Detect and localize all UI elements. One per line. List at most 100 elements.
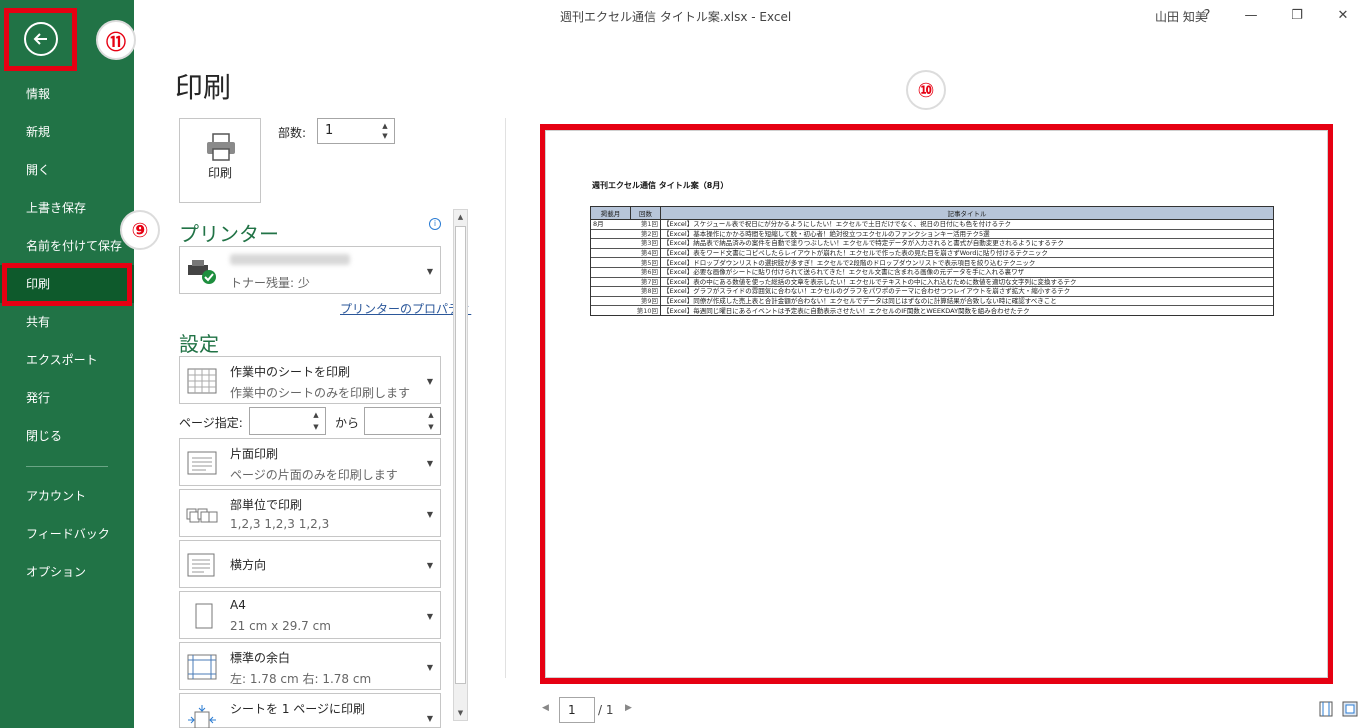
row-title: 【Excel】グラフがスライドの雰囲気に合わない！エクセルのグラフをパワポのテー…: [660, 286, 1274, 297]
sheet-grid-icon: [187, 368, 217, 394]
printer-name-redacted: [230, 254, 350, 265]
sidebar-item-feedback[interactable]: フィードバック: [0, 515, 134, 553]
table-row: 第4回 【Excel】表をワード文書にコピペしたらレイアウトが崩れた！エクセルで作…: [590, 247, 1274, 258]
restore-icon[interactable]: ❐: [1286, 4, 1308, 26]
printer-status: トナー残量: 少: [230, 276, 310, 290]
print-scope-main: 作業中のシートを印刷: [230, 365, 351, 379]
chevron-down-icon: ▼: [426, 663, 433, 672]
pages-to-input[interactable]: ▲ ▼: [364, 407, 441, 435]
scroll-down-icon[interactable]: ▼: [454, 706, 467, 720]
sidebar-item-account[interactable]: アカウント: [0, 477, 134, 515]
paper-size-dropdown[interactable]: A4 21 cm x 29.7 cm ▼: [179, 591, 441, 639]
pages-label: ページ指定:: [179, 416, 243, 430]
table-row: 第6回 【Excel】必要な画像がシートに貼り付けられて送られてきた！エクセル文書…: [590, 266, 1274, 278]
margins-dropdown[interactable]: 標準の余白 左: 1.78 cm 右: 1.78 cm ▼: [179, 642, 441, 690]
table-row: 8月 第1回 【Excel】スケジュール表で祝日にが分かるようにしたい！エクセルで土…: [590, 219, 1274, 230]
zoom-to-page-icon[interactable]: [1342, 701, 1358, 717]
row-title: 【Excel】基本操作にかかる時間を短縮して脱・初心者！絶対役立つエクセルのファ…: [660, 228, 1274, 239]
sidebar-item-new[interactable]: 新規: [0, 113, 134, 151]
table-row: 第7回 【Excel】表の中にある数値を使った総括の文章を表示したい！エクセルでテ…: [590, 276, 1274, 287]
row-title: 【Excel】表をワード文書にコピペしたらレイアウトが崩れた！エクセルで作った表…: [660, 247, 1274, 258]
collate-dropdown[interactable]: 部単位で印刷 1,2,3 1,2,3 1,2,3 ▼: [179, 489, 441, 537]
row-title: 【Excel】毎週同じ曜日にあるイベントは予定表に自動表示させたい！エクセルのI…: [660, 305, 1274, 316]
sidebar-item-publish[interactable]: 発行: [0, 379, 134, 417]
collate-main: 部単位で印刷: [230, 498, 303, 512]
settings-heading: 設定: [179, 332, 219, 356]
margins-icon: [187, 654, 217, 680]
chevron-down-icon: ▼: [426, 612, 433, 621]
row-title: 【Excel】必要な画像がシートに貼り付けられて送られてきた！エクセル文書に含ま…: [660, 266, 1274, 278]
row-number: 第9回: [630, 295, 661, 306]
row-title: 【Excel】スケジュール表で祝日にが分かるようにしたい！エクセルで土日だけでな…: [660, 219, 1274, 230]
show-margins-icon[interactable]: [1318, 701, 1334, 717]
printer-properties-link[interactable]: プリンターのプロパティ: [340, 300, 471, 317]
close-icon[interactable]: ✕: [1332, 4, 1354, 26]
settings-scrollbar[interactable]: ▲ ▼: [453, 209, 468, 721]
collate-icon: [186, 508, 218, 523]
sidebar-item-options[interactable]: オプション: [0, 553, 134, 591]
row-month: [590, 257, 631, 268]
info-icon[interactable]: i: [429, 218, 441, 230]
spin-down-icon[interactable]: ▼: [380, 132, 390, 140]
print-button[interactable]: 印刷: [179, 118, 261, 203]
scroll-up-icon[interactable]: ▲: [454, 210, 467, 224]
single-sided-icon: [187, 451, 217, 475]
row-month: [590, 305, 631, 316]
next-page-icon[interactable]: ▶: [625, 703, 632, 713]
row-title: 【Excel】納品表で納品済みの案件を自動で塗りつぶしたい！エクセルで特定データ…: [660, 238, 1274, 249]
row-title: 【Excel】ドロップダウンリストの選択肢が多すぎ！エクセルで2段階のドロップダ…: [660, 257, 1274, 268]
minimize-icon[interactable]: —: [1240, 4, 1262, 26]
copies-input[interactable]: 1 ▲ ▼: [317, 118, 395, 144]
help-icon[interactable]: ?: [1196, 4, 1218, 26]
spin-up-icon[interactable]: ▲: [426, 411, 436, 419]
scrollbar-thumb[interactable]: [455, 226, 466, 684]
spin-down-icon[interactable]: ▼: [311, 423, 321, 431]
previous-page-icon[interactable]: ◀: [542, 703, 549, 713]
chevron-down-icon: ▼: [426, 267, 433, 276]
sidebar-item-export[interactable]: エクスポート: [0, 341, 134, 379]
print-sides-main: 片面印刷: [230, 447, 279, 461]
row-month: [590, 228, 631, 239]
sidebar-item-save[interactable]: 上書き保存: [0, 189, 134, 227]
window-title: 週刊エクセル通信 タイトル案.xlsx - Excel: [560, 10, 792, 24]
annotation-badge-9: ⑨: [120, 210, 160, 250]
printer-dropdown[interactable]: トナー残量: 少 ▼: [179, 246, 441, 294]
page-total: / 1: [598, 703, 614, 717]
excel-backstage-print: 情報 新規 開く 上書き保存 名前を付けて保存 印刷 共有 エクスポート 発行 …: [0, 0, 1366, 728]
orientation-dropdown[interactable]: 横方向 ▼: [179, 540, 441, 588]
chevron-down-icon: ▼: [426, 459, 433, 468]
sidebar-item-info[interactable]: 情報: [0, 75, 134, 113]
backstage-sidebar: 情報 新規 開く 上書き保存 名前を付けて保存 印刷 共有 エクスポート 発行 …: [0, 0, 134, 728]
row-month: [590, 247, 631, 258]
table-row: 第10回 【Excel】毎週同じ曜日にあるイベントは予定表に自動表示させたい！エク…: [590, 305, 1274, 316]
sidebar-item-open[interactable]: 開く: [0, 151, 134, 189]
current-page-input[interactable]: 1: [559, 697, 595, 723]
spin-up-icon[interactable]: ▲: [380, 122, 390, 130]
row-number: 第6回: [630, 266, 661, 278]
sidebar-item-share[interactable]: 共有: [0, 303, 134, 341]
printer-heading: プリンター: [179, 222, 279, 246]
table-row: 第8回 【Excel】グラフがスライドの雰囲気に合わない！エクセルのグラフをパワポ…: [590, 286, 1274, 297]
row-month: [590, 238, 631, 249]
row-month: 8月: [590, 219, 631, 230]
copies-label: 部数:: [278, 126, 307, 140]
row-number: 第1回: [630, 219, 661, 230]
scaling-dropdown[interactable]: シートを 1 ページに印刷 ▼: [179, 693, 441, 728]
print-sides-dropdown[interactable]: 片面印刷 ページの片面のみを印刷します ▼: [179, 438, 441, 486]
paper-size-sub: 21 cm x 29.7 cm: [230, 619, 331, 633]
printer-status-icon: [188, 260, 216, 284]
pages-to-label: から: [335, 416, 360, 430]
header-title: 記事タイトル: [660, 206, 1274, 220]
back-button-highlight: [4, 8, 77, 71]
header-number: 回数: [630, 206, 661, 220]
row-title: 【Excel】表の中にある数値を使った総括の文章を表示したい！エクセルでテキスト…: [660, 276, 1274, 287]
print-scope-dropdown[interactable]: 作業中のシートを印刷 作業中のシートのみを印刷します ▼: [179, 356, 441, 404]
sidebar-item-close[interactable]: 閉じる: [0, 417, 134, 455]
pages-from-input[interactable]: ▲ ▼: [249, 407, 326, 435]
spin-up-icon[interactable]: ▲: [311, 411, 321, 419]
copies-value: 1: [325, 123, 334, 138]
sidebar-divider: [26, 466, 108, 467]
sidebar-item-save-as[interactable]: 名前を付けて保存: [0, 227, 134, 265]
table-row: 第5回 【Excel】ドロップダウンリストの選択肢が多すぎ！エクセルで2段階のドロ…: [590, 257, 1274, 268]
spin-down-icon[interactable]: ▼: [426, 423, 436, 431]
